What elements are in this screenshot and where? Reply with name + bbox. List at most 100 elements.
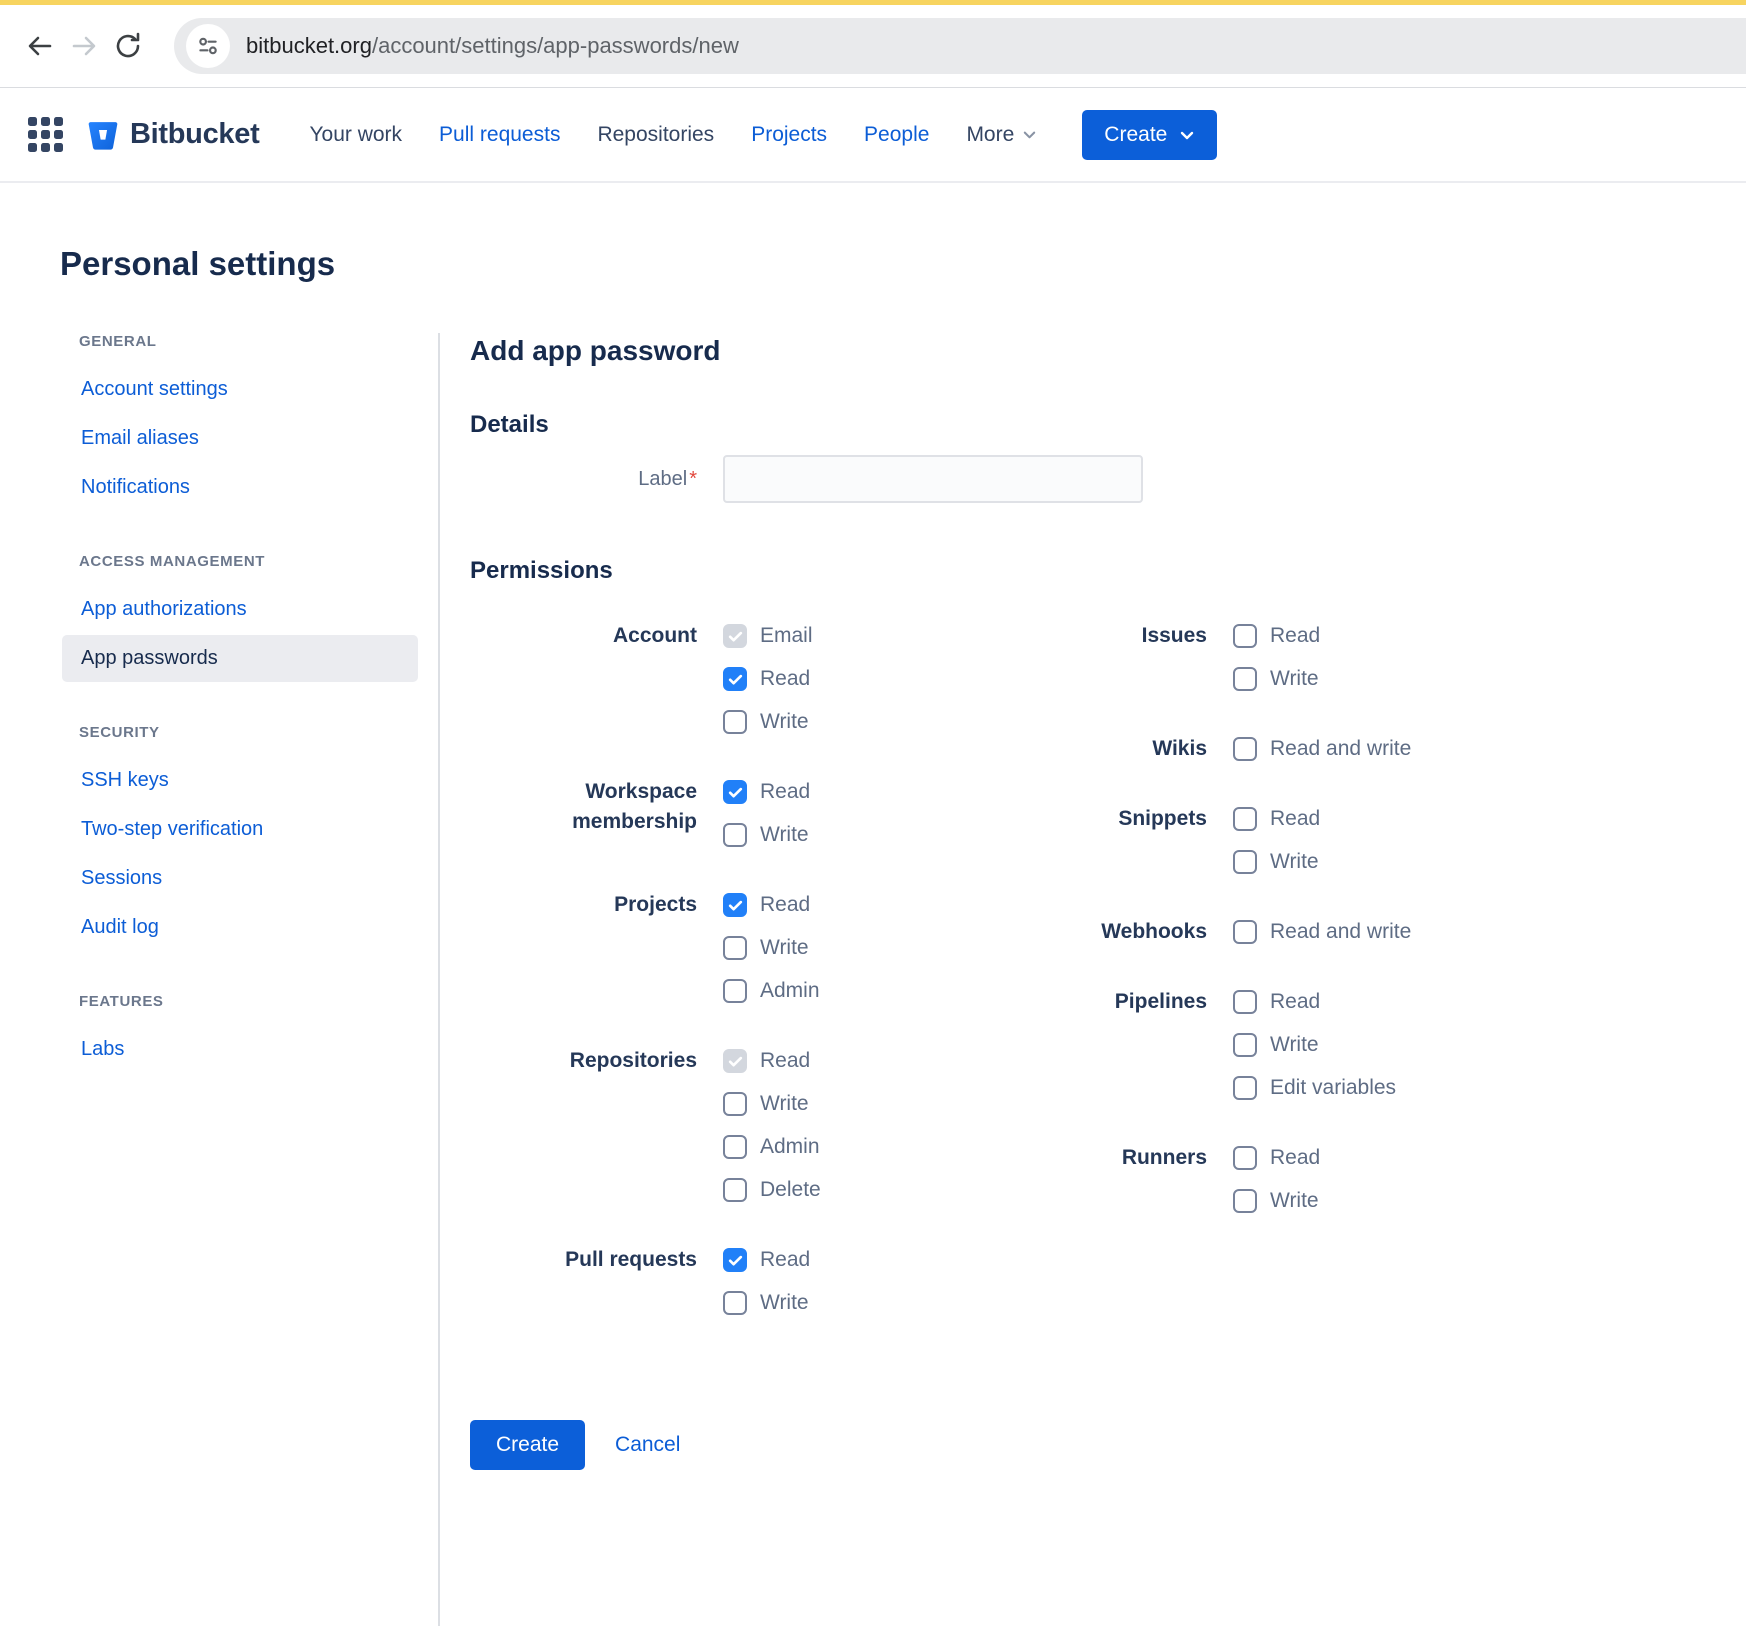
- unchecked-checkbox-icon[interactable]: [723, 1178, 747, 1202]
- forward-button[interactable]: [62, 24, 106, 68]
- label-field-row: Label*: [470, 455, 1746, 503]
- nav-create-button[interactable]: Create: [1082, 110, 1217, 160]
- unchecked-checkbox-icon[interactable]: [723, 823, 747, 847]
- unchecked-checkbox-icon[interactable]: [1233, 990, 1257, 1014]
- unchecked-checkbox-icon[interactable]: [1233, 807, 1257, 831]
- checkbox-runners-write[interactable]: Write: [1233, 1186, 1320, 1216]
- checkbox-snippets-write[interactable]: Write: [1233, 847, 1320, 877]
- checked-checkbox-icon[interactable]: [723, 780, 747, 804]
- checked-checkbox-icon[interactable]: [723, 893, 747, 917]
- unchecked-checkbox-icon[interactable]: [723, 1092, 747, 1116]
- checkbox-issues-write[interactable]: Write: [1233, 664, 1320, 694]
- bitbucket-home-link[interactable]: Bitbucket: [85, 117, 259, 153]
- checkbox-pipelines-write[interactable]: Write: [1233, 1030, 1396, 1060]
- label-input[interactable]: [723, 455, 1143, 503]
- checkbox-label: Write: [760, 707, 809, 737]
- checkbox-label: Read: [1270, 1143, 1320, 1173]
- permission-group-pipelines: Pipelines Read Write Edit variables: [977, 987, 1411, 1103]
- checkbox-account-read[interactable]: Read: [723, 664, 813, 694]
- checkbox-webhooks-read-and-write[interactable]: Read and write: [1233, 917, 1411, 947]
- sidebar-item-labs[interactable]: Labs: [62, 1026, 418, 1073]
- sidebar-item-ssh-keys[interactable]: SSH keys: [62, 757, 418, 804]
- unchecked-checkbox-icon[interactable]: [1233, 624, 1257, 648]
- checkbox-projects-admin[interactable]: Admin: [723, 976, 820, 1006]
- checkbox-wikis-read-and-write[interactable]: Read and write: [1233, 734, 1411, 764]
- cancel-link[interactable]: Cancel: [615, 1433, 680, 1457]
- sidebar-item-audit-log[interactable]: Audit log: [62, 904, 418, 951]
- checkbox-label: Write: [760, 820, 809, 850]
- checkbox-workspace-membership-read[interactable]: Read: [723, 777, 810, 807]
- checkbox-label: Read: [1270, 987, 1320, 1017]
- back-button[interactable]: [18, 24, 62, 68]
- page-title: Personal settings: [60, 245, 1746, 283]
- checkbox-label: Write: [760, 1288, 809, 1318]
- checkbox-pipelines-read[interactable]: Read: [1233, 987, 1396, 1017]
- unchecked-checkbox-icon[interactable]: [1233, 667, 1257, 691]
- permission-group-workspace-membership: Workspace membershipReadWrite: [470, 777, 977, 850]
- nav-item-pull-requests[interactable]: Pull requests: [439, 123, 560, 147]
- permission-group-label: Account: [470, 621, 697, 651]
- permissions-grid: AccountEmailReadWriteWorkspace membershi…: [470, 621, 1746, 1358]
- app-navbar: Bitbucket Your work Pull requests Reposito…: [0, 88, 1746, 183]
- checkbox-label: Admin: [760, 976, 820, 1006]
- checkbox-issues-read[interactable]: Read: [1233, 621, 1320, 651]
- sidebar-item-notifications[interactable]: Notifications: [62, 464, 418, 511]
- checkbox-label: Read: [760, 664, 810, 694]
- permission-group-label: Pipelines: [977, 987, 1207, 1017]
- checkbox-pull-requests-write[interactable]: Write: [723, 1288, 810, 1318]
- address-bar[interactable]: bitbucket.org/account/settings/app-passw…: [174, 18, 1746, 74]
- nav-item-repositories[interactable]: Repositories: [597, 123, 714, 147]
- checkbox-pipelines-edit-variables[interactable]: Edit variables: [1233, 1073, 1396, 1103]
- unchecked-checkbox-icon[interactable]: [1233, 1146, 1257, 1170]
- permission-options: Read and write: [1233, 917, 1411, 947]
- checkbox-snippets-read[interactable]: Read: [1233, 804, 1320, 834]
- unchecked-checkbox-icon[interactable]: [723, 710, 747, 734]
- checkbox-label: Read: [760, 1046, 810, 1076]
- checkbox-account-email: Email: [723, 621, 813, 651]
- sidebar-item-app-passwords[interactable]: App passwords: [62, 635, 418, 682]
- nav-item-people[interactable]: People: [864, 123, 929, 147]
- checked-checkbox-icon[interactable]: [723, 1248, 747, 1272]
- unchecked-checkbox-icon[interactable]: [723, 936, 747, 960]
- unchecked-checkbox-icon[interactable]: [1233, 1189, 1257, 1213]
- checkbox-repositories-delete[interactable]: Delete: [723, 1175, 821, 1205]
- checkbox-label: Admin: [760, 1132, 820, 1162]
- checkbox-workspace-membership-write[interactable]: Write: [723, 820, 810, 850]
- permission-group-account: Account Email Read Write: [470, 621, 977, 737]
- unchecked-checkbox-icon[interactable]: [1233, 737, 1257, 761]
- nav-item-projects[interactable]: Projects: [751, 123, 827, 147]
- nav-item-more[interactable]: More: [966, 123, 1037, 147]
- unchecked-checkbox-icon[interactable]: [1233, 1076, 1257, 1100]
- reload-button[interactable]: [106, 24, 150, 68]
- checkbox-repositories-admin[interactable]: Admin: [723, 1132, 821, 1162]
- permission-group-repositories: RepositoriesReadWriteAdminDelete: [470, 1046, 977, 1205]
- unchecked-checkbox-icon[interactable]: [1233, 920, 1257, 944]
- permission-options: Read Write: [723, 1245, 810, 1318]
- sidebar-item-sessions[interactable]: Sessions: [62, 855, 418, 902]
- permission-options: Read and write: [1233, 734, 1411, 764]
- checkbox-account-write[interactable]: Write: [723, 707, 813, 737]
- unchecked-checkbox-icon[interactable]: [723, 1135, 747, 1159]
- nav-item-your-work[interactable]: Your work: [309, 123, 402, 147]
- unchecked-checkbox-icon[interactable]: [723, 979, 747, 1003]
- sidebar-item-email-aliases[interactable]: Email aliases: [62, 415, 418, 462]
- unchecked-checkbox-icon[interactable]: [723, 1291, 747, 1315]
- checked-checkbox-icon[interactable]: [723, 667, 747, 691]
- permission-group-label: Webhooks: [977, 917, 1207, 947]
- app-switcher-grid-icon[interactable]: [28, 117, 63, 152]
- checkbox-runners-read[interactable]: Read: [1233, 1143, 1320, 1173]
- checkbox-pull-requests-read[interactable]: Read: [723, 1245, 810, 1275]
- sidebar-item-two-step-verification[interactable]: Two-step verification: [62, 806, 418, 853]
- checkbox-projects-write[interactable]: Write: [723, 933, 820, 963]
- checkbox-repositories-write[interactable]: Write: [723, 1089, 821, 1119]
- permissions-heading: Permissions: [470, 557, 1746, 585]
- sidebar-item-account-settings[interactable]: Account settings: [62, 366, 418, 413]
- permission-options: Read Write Edit variables: [1233, 987, 1396, 1103]
- permission-options: Read Write: [1233, 621, 1320, 694]
- unchecked-checkbox-icon[interactable]: [1233, 850, 1257, 874]
- unchecked-checkbox-icon[interactable]: [1233, 1033, 1257, 1057]
- checkbox-projects-read[interactable]: Read: [723, 890, 820, 920]
- site-settings-icon[interactable]: [186, 24, 230, 68]
- sidebar-item-app-authorizations[interactable]: App authorizations: [62, 586, 418, 633]
- create-button[interactable]: Create: [470, 1420, 585, 1470]
